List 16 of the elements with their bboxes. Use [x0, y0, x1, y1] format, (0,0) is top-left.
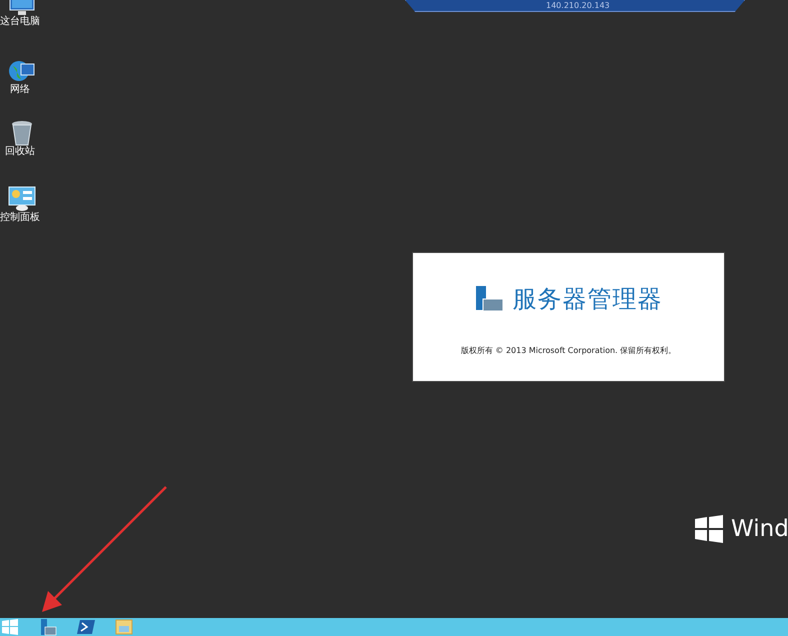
server-manager-icon: [474, 285, 504, 313]
windows-logo-icon: [695, 515, 723, 543]
desktop-icon-label[interactable]: 回收站: [5, 146, 35, 158]
desktop-icon-label[interactable]: 网络: [10, 84, 30, 96]
start-button[interactable]: [0, 618, 20, 636]
desktop-icon-label[interactable]: 控制面板: [0, 212, 40, 224]
control-panel-icon[interactable]: [8, 186, 36, 212]
desktop-icon-label[interactable]: 这台电脑: [0, 16, 40, 28]
copyright-text: 版权所有 © 2013 Microsoft Corporation. 保留所有权利。: [460, 345, 676, 357]
trash-bin-icon[interactable]: [10, 120, 34, 146]
connection-title: 140.210.20.143: [546, 1, 610, 11]
powershell-button[interactable]: [76, 618, 96, 636]
server-manager-button[interactable]: [38, 618, 58, 636]
globe-monitor-icon[interactable]: [8, 58, 36, 84]
windows-wordmark: Wind: [731, 515, 788, 543]
splash-title: 服务器管理器: [512, 285, 662, 313]
